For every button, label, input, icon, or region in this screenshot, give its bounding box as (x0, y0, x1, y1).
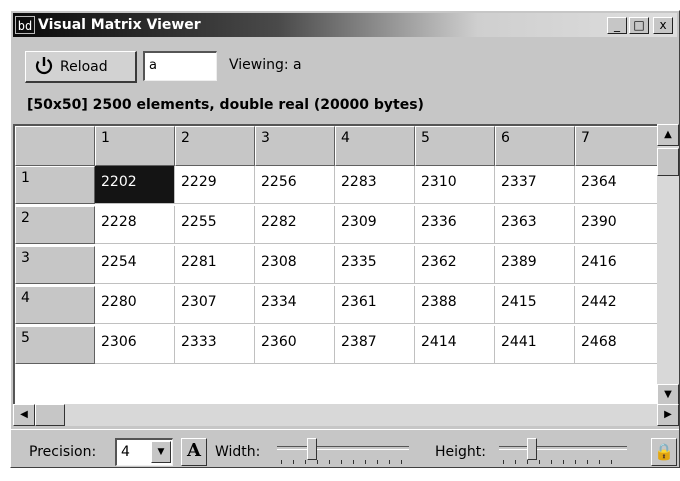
row-header[interactable]: 5 (15, 326, 95, 364)
matrix-cell[interactable]: 2360 (255, 326, 335, 364)
precision-select[interactable]: 4 ▼ (115, 438, 173, 466)
matrix-cell[interactable]: 2442 (575, 286, 657, 324)
width-slider-track (277, 446, 409, 450)
matrix-cell[interactable]: 2283 (335, 166, 415, 204)
column-header[interactable]: 7 (575, 126, 657, 166)
row-header[interactable]: 1 (15, 166, 95, 204)
maximize-button[interactable]: □ (629, 17, 649, 34)
matrix-cell[interactable]: 2362 (415, 246, 495, 284)
matrix-cell[interactable]: 2414 (415, 326, 495, 364)
matrix-cell[interactable]: 2333 (175, 326, 255, 364)
column-header[interactable]: 4 (335, 126, 415, 166)
viewing-label: Viewing: a (229, 57, 302, 73)
matrix-cell[interactable]: 2387 (335, 326, 415, 364)
column-header[interactable]: 5 (415, 126, 495, 166)
font-icon[interactable]: A (181, 438, 207, 466)
app-icon[interactable]: bd (15, 16, 35, 34)
horizontal-scroll-thumb[interactable] (35, 404, 65, 426)
grid-corner (15, 126, 95, 166)
window-title: Visual Matrix Viewer (38, 17, 201, 33)
matrix-cell[interactable]: 2280 (95, 286, 175, 324)
scroll-up-icon[interactable]: ▲ (657, 124, 679, 146)
matrix-cell[interactable]: 2390 (575, 206, 657, 244)
matrix-cell[interactable]: 2389 (495, 246, 575, 284)
matrix-cell[interactable]: 2441 (495, 326, 575, 364)
width-slider-ticks (281, 460, 405, 464)
matrix-cell[interactable]: 2337 (495, 166, 575, 204)
matrix-cell[interactable]: 2202 (95, 166, 175, 204)
scroll-right-icon[interactable]: ▶ (657, 404, 679, 426)
scroll-down-icon[interactable]: ▼ (657, 384, 679, 406)
column-header[interactable]: 3 (255, 126, 335, 166)
matrix-cell[interactable]: 2335 (335, 246, 415, 284)
height-label: Height: (435, 444, 486, 460)
bottom-bar: Precision: 4 ▼ A Width: Height: 🔒 (11, 429, 679, 467)
row-header[interactable]: 2 (15, 206, 95, 244)
height-slider-track (499, 446, 627, 450)
matrix-cell[interactable]: 2254 (95, 246, 175, 284)
column-header[interactable]: 1 (95, 126, 175, 166)
matrix-cell[interactable]: 2310 (415, 166, 495, 204)
chevron-down-icon[interactable]: ▼ (151, 441, 171, 463)
height-slider-thumb[interactable] (527, 438, 537, 460)
matrix-cell[interactable]: 2307 (175, 286, 255, 324)
matrix-cell[interactable]: 2363 (495, 206, 575, 244)
matrix-cell[interactable]: 2282 (255, 206, 335, 244)
matrix-cell[interactable]: 2334 (255, 286, 335, 324)
matrix-cell[interactable]: 2306 (95, 326, 175, 364)
close-button[interactable]: x (653, 17, 673, 34)
matrix-info: [50x50] 2500 elements, double real (2000… (27, 97, 424, 113)
vertical-scrollbar[interactable]: ▲ ▼ (657, 124, 679, 409)
precision-value: 4 (121, 444, 130, 460)
reload-icon (34, 55, 54, 78)
matrix-grid[interactable]: 1 2 3 4 5 6 7 1 2202 2229 2256 2283 2310… (13, 124, 657, 404)
lock-icon[interactable]: 🔒 (651, 438, 677, 466)
column-header[interactable]: 2 (175, 126, 255, 166)
width-label: Width: (215, 444, 261, 460)
matrix-cell[interactable]: 2336 (415, 206, 495, 244)
matrix-cell[interactable]: 2228 (95, 206, 175, 244)
matrix-cell[interactable]: 2361 (335, 286, 415, 324)
matrix-cell[interactable]: 2308 (255, 246, 335, 284)
title-bar[interactable]: bd Visual Matrix Viewer _ □ x (13, 13, 677, 37)
horizontal-scrollbar[interactable]: ◀ ▶ (13, 404, 679, 426)
matrix-cell[interactable]: 2255 (175, 206, 255, 244)
matrix-cell[interactable]: 2229 (175, 166, 255, 204)
matrix-viewer-window: bd Visual Matrix Viewer _ □ x Reload a V… (10, 10, 680, 468)
height-slider-ticks (503, 460, 623, 464)
reload-button[interactable]: Reload (25, 51, 137, 83)
scroll-left-icon[interactable]: ◀ (13, 404, 35, 426)
row-header[interactable]: 4 (15, 286, 95, 324)
minimize-button[interactable]: _ (607, 17, 627, 34)
matrix-cell[interactable]: 2309 (335, 206, 415, 244)
matrix-cell[interactable]: 2468 (575, 326, 657, 364)
toolbar: Reload a Viewing: a [50x50] 2500 element… (11, 39, 679, 129)
reload-label: Reload (60, 58, 108, 75)
vertical-scroll-thumb[interactable] (657, 148, 679, 176)
matrix-cell[interactable]: 2415 (495, 286, 575, 324)
width-slider-thumb[interactable] (307, 438, 317, 460)
matrix-cell[interactable]: 2256 (255, 166, 335, 204)
variable-name-input[interactable]: a (143, 51, 217, 81)
width-slider[interactable] (277, 438, 409, 466)
matrix-cell[interactable]: 2388 (415, 286, 495, 324)
matrix-cell[interactable]: 2416 (575, 246, 657, 284)
matrix-cell[interactable]: 2364 (575, 166, 657, 204)
precision-label: Precision: (29, 444, 97, 460)
height-slider[interactable] (499, 438, 627, 466)
matrix-cell[interactable]: 2281 (175, 246, 255, 284)
row-header[interactable]: 3 (15, 246, 95, 284)
column-header[interactable]: 6 (495, 126, 575, 166)
